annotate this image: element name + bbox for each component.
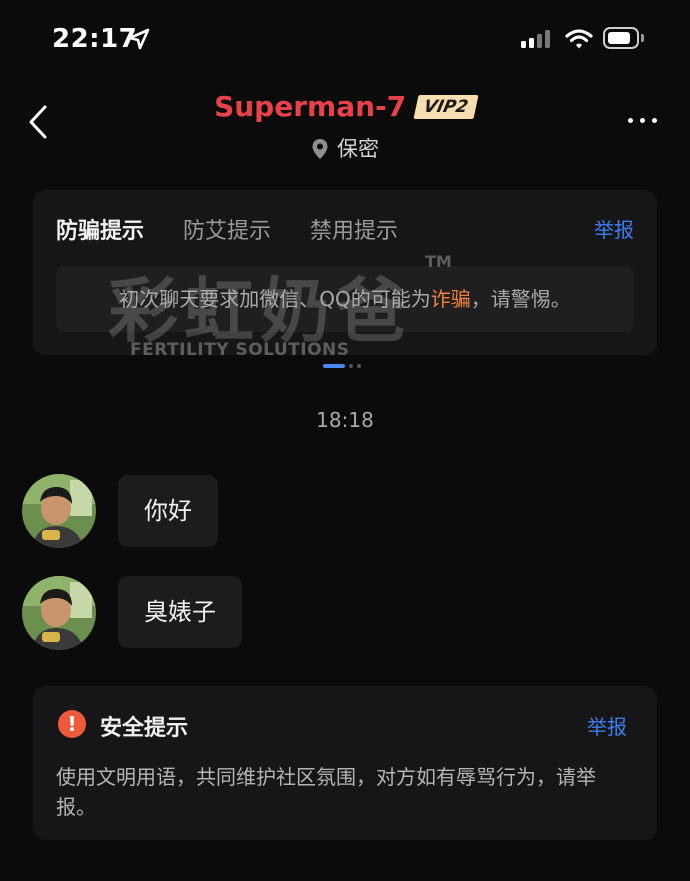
- map-pin-icon: [312, 139, 328, 159]
- message-bubble[interactable]: 臭婊子: [118, 576, 242, 648]
- watermark-subtitle: FERTILITY SOLUTIONS: [130, 340, 350, 360]
- report-link-safety[interactable]: 举报: [587, 711, 627, 740]
- battery-icon: [603, 27, 639, 49]
- safety-notice-body: 使用文明用语，共同维护社区氛围，对方如有辱骂行为，请举报。: [56, 765, 596, 819]
- tab-aids-tips[interactable]: 防艾提示: [183, 213, 271, 245]
- watermark-trademark: TM: [425, 252, 452, 271]
- contact-location: 保密: [0, 133, 690, 163]
- location-arrow-icon: [128, 28, 150, 50]
- tab-fraud-tips[interactable]: 防骗提示: [56, 213, 144, 245]
- chat-title[interactable]: Superman-7 VIP2: [0, 90, 690, 123]
- status-time: 22:17: [52, 24, 138, 54]
- message-bubble[interactable]: 你好: [118, 475, 218, 547]
- tab-banned-tips[interactable]: 禁用提示: [310, 213, 398, 245]
- vip-badge: VIP2: [413, 95, 479, 119]
- warning-text-after: ，请警惕。: [470, 287, 571, 311]
- contact-avatar[interactable]: [22, 576, 96, 650]
- message-timestamp: 18:18: [316, 408, 374, 432]
- contact-avatar[interactable]: [22, 474, 96, 548]
- contact-name[interactable]: Superman-7: [214, 90, 406, 123]
- carousel-page-indicator[interactable]: [323, 364, 361, 368]
- more-options-icon[interactable]: [628, 118, 657, 123]
- safety-notice-title: 安全提示: [100, 716, 189, 741]
- battery-tip: [641, 34, 644, 42]
- warning-highlight: 诈骗: [430, 287, 471, 311]
- alert-icon: !: [58, 710, 86, 738]
- cellular-signal-icon: [521, 30, 550, 48]
- location-text: 保密: [337, 137, 379, 161]
- wifi-icon: [565, 29, 593, 49]
- report-link-tips[interactable]: 举报: [594, 214, 634, 243]
